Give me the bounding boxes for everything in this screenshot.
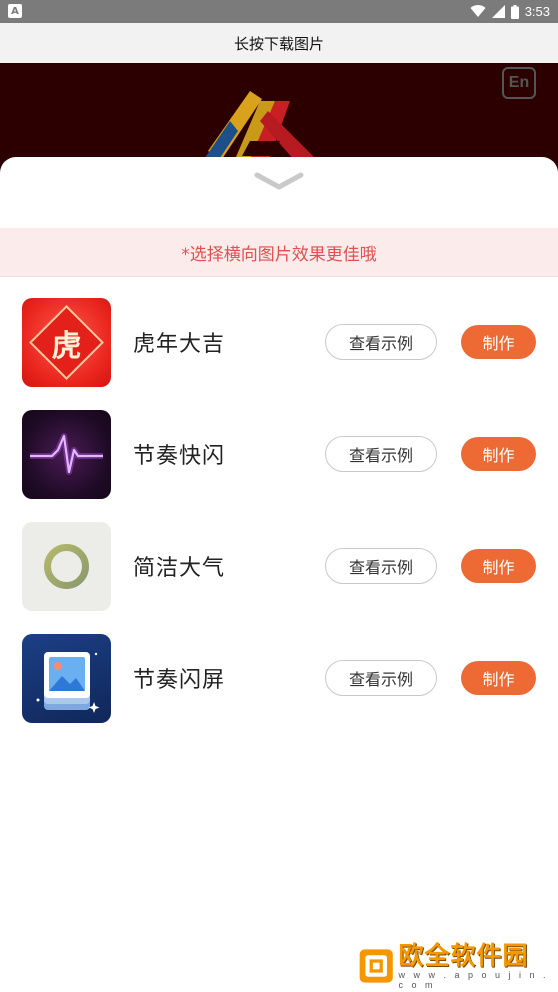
list-item: 节奏闪屏 查看示例 制作 [0,634,558,746]
tip-banner: *选择横向图片效果更佳哦 [0,228,558,277]
signal-icon [491,5,505,18]
item-title: 虎年大吉 [133,332,226,357]
list-item: 虎 虎年大吉 查看示例 制作 [0,298,558,410]
item-title: 简洁大气 [133,556,226,581]
view-example-button[interactable]: 查看示例 [325,660,437,696]
list-item: 节奏快闪 查看示例 制作 [0,410,558,522]
view-example-button[interactable]: 查看示例 [325,436,437,472]
ring-icon [44,544,89,589]
template-bottom-sheet: *选择横向图片效果更佳哦 虎 虎年大吉 查看示例 制作 节奏快闪 查看示例 制作 [0,157,558,992]
tiger-year-thumbnail: 虎 [22,298,111,387]
rhythm-splash-thumbnail [22,634,111,723]
language-toggle-button[interactable]: En [502,67,536,99]
collapse-chevron-icon[interactable] [253,171,305,191]
item-title: 节奏闪屏 [133,668,226,693]
template-list: 虎 虎年大吉 查看示例 制作 节奏快闪 查看示例 制作 简洁大气 查看示例 制作… [0,298,558,746]
watermark-logo-icon [359,949,393,983]
watermark-name: 欧全软件园 [398,941,529,970]
app-notification-icon: A [8,4,22,18]
item-title: 节奏快闪 [133,444,226,469]
title-bar: 长按下载图片 [0,23,558,63]
status-time: 3:53 [524,4,550,19]
simple-elegant-thumbnail [22,522,111,611]
view-example-button[interactable]: 查看示例 [325,324,437,360]
watermark-url: w w w . a p o u j i n . c o m [398,970,549,990]
site-watermark: 欧全软件园 w w w . a p o u j i n . c o m [358,941,558,990]
wifi-icon [470,5,486,18]
make-button[interactable]: 制作 [461,661,536,695]
battery-icon [510,4,519,19]
photo-stack-icon [36,652,100,713]
page-title: 长按下载图片 [233,34,324,53]
make-button[interactable]: 制作 [461,549,536,583]
view-example-button[interactable]: 查看示例 [325,548,437,584]
make-button[interactable]: 制作 [461,325,536,359]
tiger-char-label: 虎 [51,328,82,364]
make-button[interactable]: 制作 [461,437,536,471]
list-item: 简洁大气 查看示例 制作 [0,522,558,634]
status-bar: A 3:53 [0,0,558,23]
rhythm-flash-thumbnail [22,410,111,499]
tip-text: *选择横向图片效果更佳哦 [181,244,377,265]
heartbeat-icon [30,433,103,475]
status-icons: 3:53 [470,3,550,20]
